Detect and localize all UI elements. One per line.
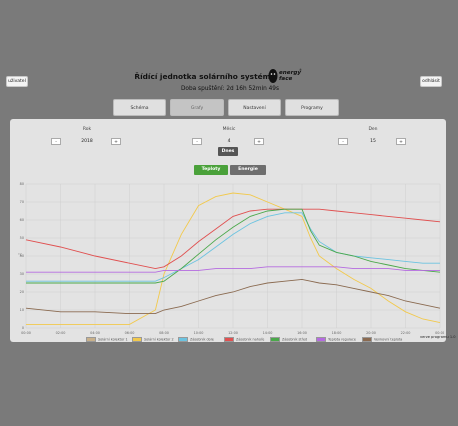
x-tick-label: 06:00 (125, 331, 135, 335)
day-increment-button[interactable]: + (396, 138, 406, 145)
legend-swatch (132, 337, 142, 342)
x-tick-label: 10:00 (194, 331, 204, 335)
x-tick-label: 02:00 (56, 331, 66, 335)
logout-button[interactable]: odhlásit (420, 76, 442, 87)
legend-item[interactable]: Solární kolektor 2 (132, 337, 174, 342)
legend-label: Zásobník střed (282, 337, 308, 342)
month-label: Měsíc (222, 127, 236, 132)
user-button[interactable]: uživatel (6, 76, 28, 87)
legend-swatch (362, 337, 372, 342)
tab-charts[interactable]: Grafy (170, 99, 224, 116)
tab-scheme[interactable]: Schéma (113, 99, 166, 116)
x-tick-label: 18:00 (332, 331, 342, 335)
y-tick-label: 50 (20, 236, 24, 240)
x-tick-label: 14:00 (263, 331, 273, 335)
x-tick-label: 04:00 (90, 331, 100, 335)
day-value[interactable]: 15 (353, 139, 393, 144)
day-decrement-button[interactable]: - (338, 138, 348, 145)
logo-registered-mark: ® (299, 68, 302, 72)
legend-swatch (270, 337, 280, 342)
year-label: Rok (82, 127, 92, 132)
page-title: Řídící jednotka solárního systému (134, 72, 276, 81)
y-tick-label: 60 (20, 218, 24, 222)
temperatures-toggle[interactable]: Teploty (194, 165, 228, 175)
legend-label: Zásobník nahoře (236, 337, 265, 342)
y-tick-label: 20 (20, 290, 24, 294)
tab-settings[interactable]: Nastavení (228, 99, 281, 116)
y-tick-label: 0 (22, 326, 24, 330)
x-tick-label: 08:00 (159, 331, 169, 335)
y-tick-label: 70 (20, 200, 24, 204)
year-increment-button[interactable]: + (111, 138, 121, 145)
legend-item[interactable]: Zásobník dole (178, 337, 214, 342)
day-label: Den (368, 127, 378, 132)
x-tick-label: 12:00 (228, 331, 238, 335)
legend-label: Solární kolektor 1 (98, 337, 128, 342)
temperature-chart: 0102030405060708000:00 02:00 04:00 06:00 08:… (18, 182, 444, 335)
y-axis-label: °C (18, 253, 23, 257)
legend-label: Venkovní teplota (374, 337, 403, 342)
x-tick-label: 00:00 (21, 331, 31, 335)
legend-item[interactable]: Zásobník nahoře (224, 337, 264, 342)
month-decrement-button[interactable]: - (192, 138, 202, 145)
year-value[interactable]: 2018 (67, 139, 107, 144)
legend-item[interactable]: Venkovní teplota (362, 337, 402, 342)
today-button[interactable]: Dnes (218, 147, 238, 156)
legend-swatch (178, 337, 188, 342)
version-text: verze programu 1.0 (420, 335, 456, 339)
energy-toggle[interactable]: Energie (230, 165, 266, 175)
legend-swatch (316, 337, 326, 342)
x-tick-label: 22:00 (401, 331, 411, 335)
legend-item[interactable]: Solární kolektor 1 (86, 337, 128, 342)
x-tick-label: 20:00 (366, 331, 376, 335)
legend-swatch (86, 337, 96, 342)
logo-text-bottom: face (279, 76, 293, 82)
logo-text: energy face (279, 70, 301, 82)
legend-label: Zásobník dole (190, 337, 214, 342)
energyface-logo: energy face ® (268, 68, 316, 86)
legend-swatch (224, 337, 234, 342)
month-increment-button[interactable]: + (254, 138, 264, 145)
month-value[interactable]: 4 (209, 139, 249, 144)
y-tick-label: 80 (20, 182, 24, 186)
y-tick-label: 10 (20, 308, 24, 312)
legend-label: Teplota regulace (328, 337, 356, 342)
y-tick-label: 30 (20, 272, 24, 276)
logo-face-icon (268, 69, 278, 83)
year-decrement-button[interactable]: - (51, 138, 61, 145)
tab-programs[interactable]: Programy (285, 99, 339, 116)
legend-item[interactable]: Zásobník střed (270, 337, 307, 342)
x-tick-label: 16:00 (297, 331, 307, 335)
uptime-text: Doba spuštění: 2d 16h 52min 49s (180, 86, 280, 92)
legend-item[interactable]: Teplota regulace (316, 337, 356, 342)
legend-label: Solární kolektor 2 (144, 337, 174, 342)
